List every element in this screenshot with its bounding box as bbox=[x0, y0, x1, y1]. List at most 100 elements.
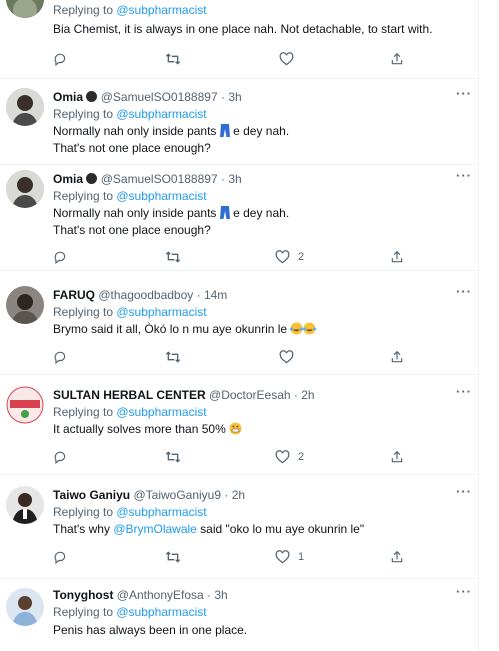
avatar[interactable] bbox=[6, 286, 44, 324]
tweet-header: Tonyghost @AnthonyEfosa · 3h bbox=[53, 588, 228, 602]
replying-to: Replying to @subpharmacist bbox=[53, 3, 207, 17]
share-button[interactable] bbox=[390, 448, 404, 466]
timestamp[interactable]: · 3h bbox=[221, 172, 242, 186]
like-button[interactable]: 2 bbox=[275, 448, 304, 466]
tweet-text: Bia Chemist, it is always in one place n… bbox=[53, 22, 433, 36]
replying-to: Replying to @subpharmacist bbox=[53, 305, 207, 319]
avatar[interactable] bbox=[6, 386, 44, 424]
share-icon bbox=[391, 250, 403, 263]
timestamp[interactable]: · 3h bbox=[207, 588, 228, 602]
retweet-button[interactable] bbox=[165, 248, 181, 266]
tweet-card[interactable]: Replying to @subpharmacist Bia Chemist, … bbox=[0, 0, 478, 79]
tweet-text: It actually solves more than 50% bbox=[53, 421, 242, 438]
tweet-card[interactable]: SULTAN HERBAL CENTER @DoctorEesah · 2h ·… bbox=[0, 374, 478, 475]
timestamp[interactable]: · 14m bbox=[197, 288, 228, 302]
tweet-card[interactable]: FARUQ @thagoodbadboy · 14m ··· Replying … bbox=[0, 270, 478, 375]
display-name[interactable]: Omia bbox=[53, 172, 83, 186]
more-icon[interactable]: ··· bbox=[456, 384, 472, 399]
reply-mention-link[interactable]: @subpharmacist bbox=[116, 189, 206, 203]
jeans-emoji-icon bbox=[219, 124, 230, 137]
replying-to: Replying to @subpharmacist bbox=[53, 189, 207, 203]
inline-mention-link[interactable]: @BrymOlawale bbox=[113, 522, 197, 536]
display-name[interactable]: Omia bbox=[53, 90, 83, 104]
timestamp[interactable]: · 2h bbox=[224, 488, 245, 502]
tweet-text: Penis has always been in one place. bbox=[53, 623, 248, 637]
timestamp[interactable]: · 3h bbox=[221, 90, 242, 104]
avatar[interactable] bbox=[6, 88, 44, 126]
tweet-header: Omia @SamuelSO0188897 · 3h bbox=[53, 172, 242, 186]
reply-button[interactable] bbox=[53, 248, 67, 266]
replying-to: Replying to @subpharmacist bbox=[53, 405, 207, 419]
avatar[interactable] bbox=[6, 170, 44, 208]
tweet-card[interactable]: Taiwo Ganiyu @TaiwoGaniyu9 · 2h ··· Repl… bbox=[0, 474, 478, 579]
user-handle[interactable]: @thagoodbadboy bbox=[98, 288, 193, 302]
jeans-emoji-icon bbox=[219, 206, 230, 219]
like-button[interactable]: 2 bbox=[275, 248, 304, 266]
tweet-card[interactable]: Omia @SamuelSO0188897 · 3h ··· Replying … bbox=[0, 78, 478, 165]
timestamp[interactable]: · 2h bbox=[294, 388, 315, 402]
more-icon[interactable]: ··· bbox=[456, 86, 472, 101]
tweet-actions: 2 bbox=[53, 248, 413, 266]
retweet-button[interactable] bbox=[165, 448, 181, 466]
like-icon bbox=[275, 450, 290, 464]
tweet-text: Normally nah only inside pants e dey nah… bbox=[53, 206, 290, 237]
retweet-button[interactable] bbox=[165, 548, 181, 566]
reply-icon bbox=[54, 251, 66, 264]
reply-icon bbox=[54, 351, 66, 364]
reply-button[interactable] bbox=[53, 448, 67, 466]
reply-mention-link[interactable]: @subpharmacist bbox=[116, 305, 206, 319]
share-button[interactable] bbox=[390, 348, 404, 366]
reply-icon bbox=[54, 551, 66, 564]
tweet-actions: 1 bbox=[53, 548, 413, 566]
more-icon[interactable]: ··· bbox=[456, 584, 472, 599]
user-handle[interactable]: @AnthonyEfosa bbox=[117, 588, 204, 602]
avatar[interactable] bbox=[6, 588, 44, 626]
tweet-card[interactable]: Tonyghost @AnthonyEfosa · 3h ··· Replyin… bbox=[0, 578, 478, 651]
tweet-text: That's why @BrymOlawale said "oko lo mu … bbox=[53, 522, 365, 536]
reply-mention-link[interactable]: @subpharmacist bbox=[116, 605, 206, 619]
reply-mention-link[interactable]: @subpharmacist bbox=[116, 405, 206, 419]
reply-icon bbox=[54, 53, 66, 66]
share-button[interactable] bbox=[390, 50, 404, 68]
user-handle[interactable]: @SamuelSO0188897 bbox=[101, 172, 218, 186]
share-icon bbox=[391, 550, 403, 563]
like-count: 1 bbox=[298, 551, 305, 563]
like-count: 2 bbox=[298, 451, 305, 463]
more-icon[interactable]: ··· bbox=[456, 284, 472, 299]
avatar[interactable] bbox=[6, 486, 44, 524]
share-button[interactable] bbox=[390, 248, 404, 266]
tweet-text: Normally nah only inside pants e dey nah… bbox=[53, 124, 290, 155]
display-name[interactable]: FARUQ bbox=[53, 288, 95, 302]
user-handle[interactable]: @TaiwoGaniyu9 bbox=[133, 488, 221, 502]
reply-mention-link[interactable]: @subpharmacist bbox=[116, 107, 206, 121]
tweet-header: FARUQ @thagoodbadboy · 14m bbox=[53, 288, 227, 302]
retweet-button[interactable] bbox=[165, 348, 181, 366]
display-name[interactable]: Tonyghost bbox=[53, 588, 113, 602]
user-handle[interactable]: @SamuelSO0188897 bbox=[101, 90, 218, 104]
replying-to: Replying to @subpharmacist bbox=[53, 107, 207, 121]
display-name[interactable]: SULTAN HERBAL CENTER bbox=[53, 388, 206, 402]
more-icon[interactable]: ··· bbox=[456, 484, 472, 499]
like-button[interactable] bbox=[279, 50, 294, 68]
like-button[interactable] bbox=[279, 348, 294, 366]
reply-button[interactable] bbox=[53, 548, 67, 566]
display-name[interactable]: Taiwo Ganiyu bbox=[53, 488, 130, 502]
reply-icon bbox=[54, 451, 66, 464]
share-icon bbox=[391, 350, 403, 363]
reply-button[interactable] bbox=[53, 50, 67, 68]
retweet-button[interactable] bbox=[165, 50, 181, 68]
tweet-actions bbox=[53, 348, 413, 366]
like-button[interactable]: 1 bbox=[275, 548, 304, 566]
like-icon bbox=[275, 550, 290, 564]
avatar[interactable] bbox=[6, 0, 44, 18]
share-button[interactable] bbox=[390, 548, 404, 566]
replying-to: Replying to @subpharmacist bbox=[53, 505, 207, 519]
reply-mention-link[interactable]: @subpharmacist bbox=[116, 505, 206, 519]
tears-of-joy-emoji-icon bbox=[303, 322, 317, 335]
retweet-icon bbox=[165, 251, 181, 263]
tweet-card[interactable]: Omia @SamuelSO0188897 · 3h ··· Replying … bbox=[0, 164, 478, 271]
user-handle[interactable]: @DoctorEesah bbox=[209, 388, 291, 402]
reply-mention-link[interactable]: @subpharmacist bbox=[116, 3, 206, 17]
more-icon[interactable]: ··· bbox=[456, 168, 472, 183]
reply-button[interactable] bbox=[53, 348, 67, 366]
